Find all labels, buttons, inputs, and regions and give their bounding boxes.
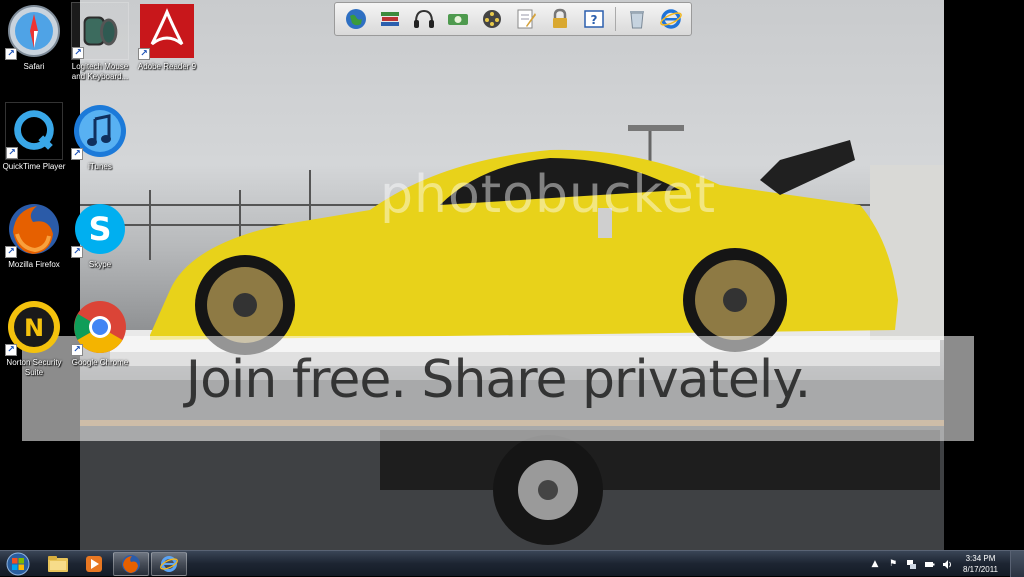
volume-icon[interactable] xyxy=(941,558,953,570)
taskbar-firefox[interactable] xyxy=(113,552,149,576)
shortcut-arrow-icon: ↗ xyxy=(6,147,18,159)
taskbar-windows-explorer[interactable] xyxy=(40,552,76,576)
skype-icon: S ↗ xyxy=(71,200,129,258)
start-button[interactable] xyxy=(2,552,34,576)
desktop: photobucket Join free. Share privately. … xyxy=(0,0,1024,550)
desktop-icon-label: Mozilla Firefox xyxy=(8,260,60,269)
taskbar-media-player[interactable] xyxy=(76,552,112,576)
recycle-bin-icon[interactable] xyxy=(620,4,654,34)
desktop-icon-label: Safari xyxy=(23,62,45,71)
watermark-logo: photobucket xyxy=(380,165,717,225)
shortcut-arrow-icon: ↗ xyxy=(71,344,83,356)
notepad-icon[interactable] xyxy=(509,4,543,34)
taskbar-clock[interactable]: 3:34 PM 8/17/2011 xyxy=(963,553,998,575)
desktop-icon-safari[interactable]: ↗ Safari xyxy=(1,2,67,72)
system-tray: ▲ ⚑ 3:34 PM 8/17/2011 xyxy=(869,551,998,577)
show-hidden-icons-button[interactable]: ▲ xyxy=(869,558,881,570)
desktop-icon-logitech[interactable]: ↗ Logitech Mouse and Keyboard... xyxy=(67,2,133,82)
lock-icon[interactable] xyxy=(543,4,577,34)
action-center-flag-icon[interactable]: ⚑ xyxy=(887,558,899,570)
taskbar-internet-explorer[interactable] xyxy=(151,552,187,576)
film-reel-icon[interactable] xyxy=(475,4,509,34)
toolbar-separator xyxy=(615,7,616,31)
desktop-icon-skype[interactable]: S ↗ Skype xyxy=(67,200,133,270)
norton-icon: N ↗ xyxy=(5,298,63,356)
shortcut-arrow-icon: ↗ xyxy=(72,47,84,59)
books-icon[interactable] xyxy=(373,4,407,34)
adobe-reader-icon: ↗ xyxy=(138,2,196,60)
media-player-icon xyxy=(86,556,102,572)
desktop-icon-label: Adobe Reader 9 xyxy=(137,62,197,71)
clock-date: 8/17/2011 xyxy=(963,565,998,574)
logitech-icon: ↗ xyxy=(71,2,129,60)
network-icon[interactable] xyxy=(905,558,917,570)
shortcut-arrow-icon: ↗ xyxy=(71,246,83,258)
power-icon[interactable] xyxy=(923,558,935,570)
desktop-icon-chrome[interactable]: ↗ Google Chrome xyxy=(67,298,133,368)
desktop-icon-adobe-reader[interactable]: ↗ Adobe Reader 9 xyxy=(134,2,200,72)
windows-logo-icon xyxy=(6,552,30,576)
internet-explorer-icon[interactable] xyxy=(654,4,688,34)
desktop-icon-label: Logitech Mouse and Keyboard... xyxy=(71,62,129,81)
shortcut-arrow-icon: ↗ xyxy=(138,48,150,60)
desktop-icon-label: Google Chrome xyxy=(71,358,129,367)
watermark-tagline: Join free. Share privately. xyxy=(185,350,811,410)
windows-explorer-icon xyxy=(48,556,68,572)
clock-time: 3:34 PM xyxy=(965,554,996,563)
desktop-icon-label: Skype xyxy=(88,260,112,269)
svg-text:S: S xyxy=(88,210,111,248)
money-icon[interactable] xyxy=(441,4,475,34)
itunes-icon: ↗ xyxy=(71,102,129,160)
taskbar: ▲ ⚑ 3:34 PM 8/17/2011 xyxy=(0,550,1024,577)
quicktime-icon: ↗ xyxy=(5,102,63,160)
shortcut-arrow-icon: ↗ xyxy=(5,344,17,356)
globe-icon[interactable] xyxy=(339,4,373,34)
desktop-icon-norton[interactable]: N ↗ Norton Security Suite xyxy=(1,298,67,378)
headphones-icon[interactable] xyxy=(407,4,441,34)
desktop-icon-itunes[interactable]: ↗ iTunes xyxy=(67,102,133,172)
wallpaper-photo xyxy=(80,0,944,550)
shortcut-arrow-icon: ↗ xyxy=(5,246,17,258)
show-desktop-button[interactable] xyxy=(1010,551,1024,577)
shortcut-arrow-icon: ↗ xyxy=(71,148,83,160)
quick-launch-toolbar: ? xyxy=(334,2,692,36)
desktop-icon-label: Norton Security Suite xyxy=(6,358,62,377)
internet-explorer-icon xyxy=(160,556,178,572)
help-icon[interactable]: ? xyxy=(577,4,611,34)
desktop-icon-label: QuickTime Player xyxy=(2,162,66,171)
svg-text:N: N xyxy=(24,314,44,342)
desktop-icon-label: iTunes xyxy=(88,162,112,171)
svg-text:?: ? xyxy=(591,13,598,27)
safari-icon: ↗ xyxy=(5,2,63,60)
desktop-icon-firefox[interactable]: ↗ Mozilla Firefox xyxy=(1,200,67,270)
shortcut-arrow-icon: ↗ xyxy=(5,48,17,60)
firefox-icon xyxy=(122,555,140,573)
firefox-icon: ↗ xyxy=(5,200,63,258)
chrome-icon: ↗ xyxy=(71,298,129,356)
desktop-icon-quicktime[interactable]: ↗ QuickTime Player xyxy=(1,102,67,172)
